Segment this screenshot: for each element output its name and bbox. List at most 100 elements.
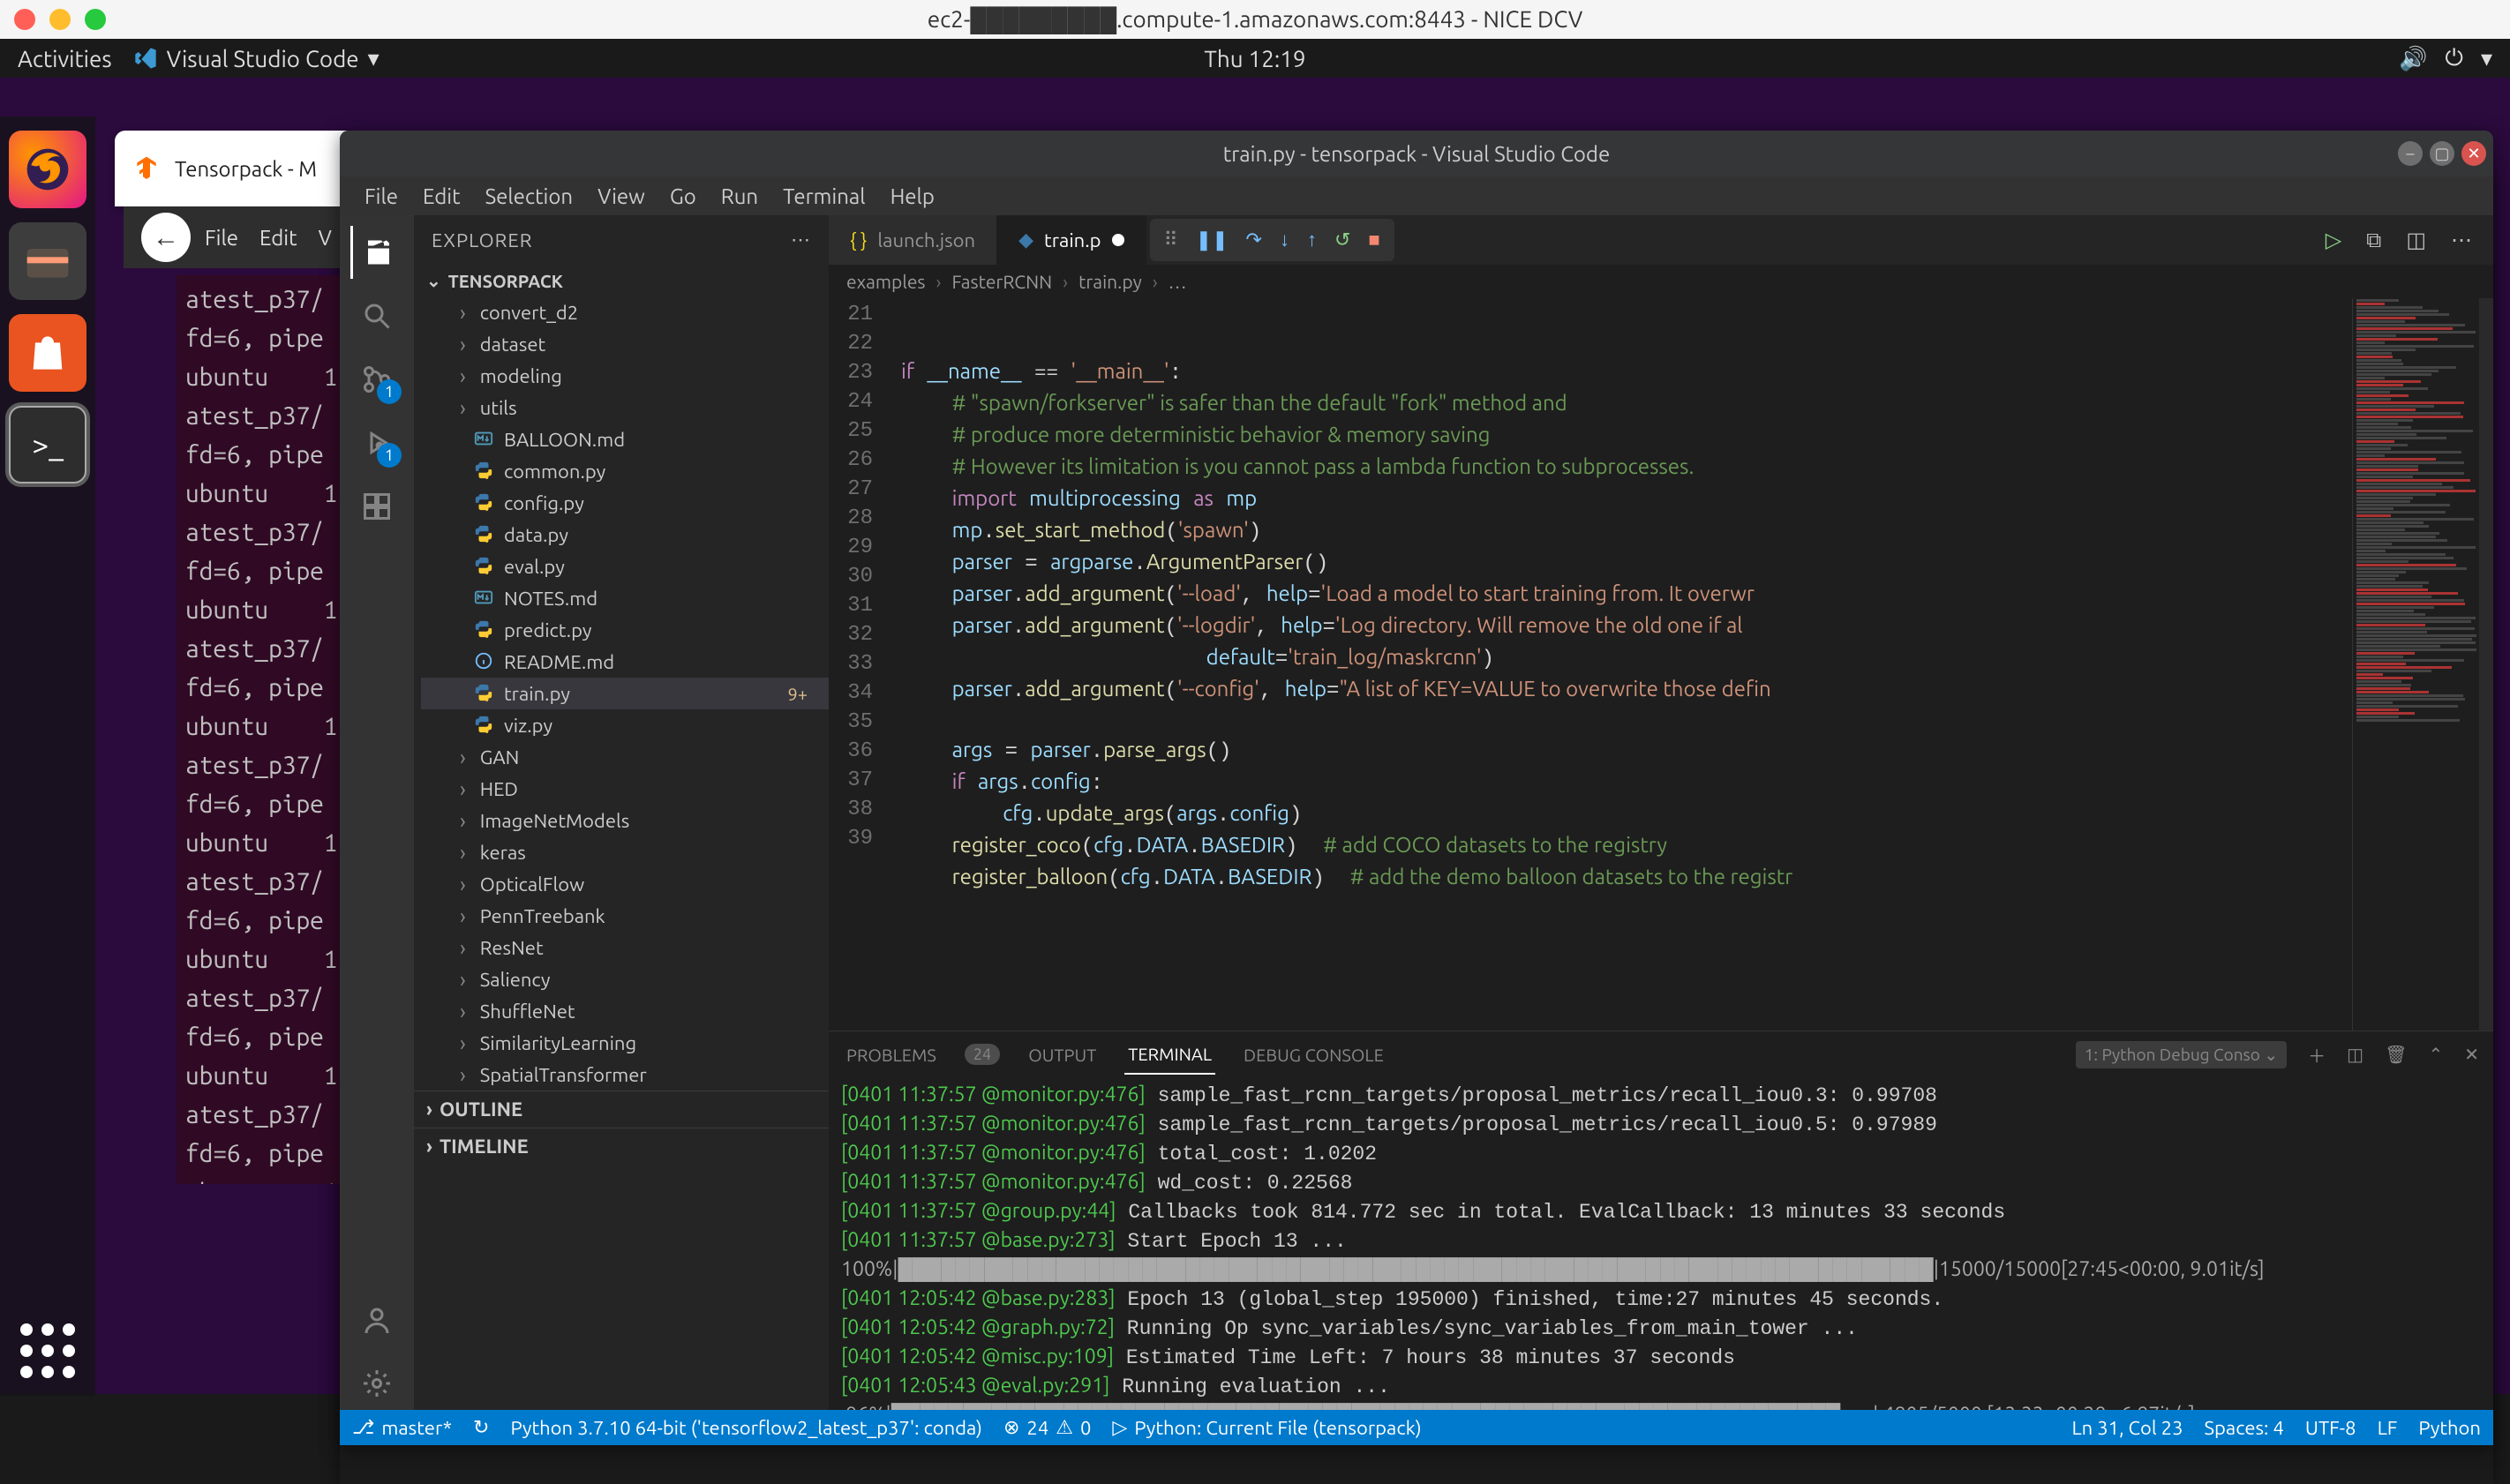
activities-button[interactable]: Activities bbox=[18, 46, 112, 71]
tree-item-ShuffleNet[interactable]: ShuffleNet bbox=[421, 995, 829, 1027]
pause-icon[interactable]: ❚❚ bbox=[1196, 229, 1229, 251]
tree-item-OpticalFlow[interactable]: OpticalFlow bbox=[421, 868, 829, 900]
project-section[interactable]: ⌄TENSORPACK bbox=[414, 265, 829, 296]
split-terminal-icon[interactable]: ◫ bbox=[2347, 1044, 2363, 1065]
terminal-select[interactable]: 1: Python Debug Conso ⌄ bbox=[2076, 1041, 2287, 1068]
panel-tab-terminal[interactable]: TERMINAL bbox=[1124, 1035, 1215, 1075]
restart-icon[interactable]: ↺ bbox=[1334, 229, 1350, 251]
stop-icon[interactable]: ■ bbox=[1368, 229, 1379, 251]
drag-handle-icon[interactable]: ⠿ bbox=[1164, 229, 1178, 251]
new-terminal-icon[interactable]: ＋ bbox=[2308, 1042, 2326, 1068]
close-button[interactable]: ✕ bbox=[2461, 141, 2486, 166]
mac-maximize-button[interactable] bbox=[85, 9, 106, 30]
menu-edit[interactable]: Edit bbox=[259, 226, 297, 250]
run-icon[interactable]: ▷ bbox=[2326, 228, 2341, 252]
tree-item-NOTES-md[interactable]: NOTES.md bbox=[421, 582, 829, 614]
step-into-icon[interactable]: ↓ bbox=[1280, 229, 1289, 251]
minimap[interactable] bbox=[2352, 298, 2493, 1031]
trash-icon[interactable]: 🗑 bbox=[2385, 1044, 2407, 1065]
menu-help[interactable]: Help bbox=[878, 179, 947, 214]
tree-item-keras[interactable]: keras bbox=[421, 836, 829, 868]
maximize-button[interactable]: ▢ bbox=[2430, 141, 2454, 166]
menu-v[interactable]: V bbox=[319, 226, 332, 250]
scm-view-icon[interactable]: 1 bbox=[350, 353, 403, 406]
app-menu[interactable]: Visual Studio Code ▾ bbox=[133, 45, 380, 72]
sync-status[interactable]: ↻ bbox=[473, 1416, 489, 1439]
back-button[interactable]: ← bbox=[141, 213, 191, 262]
tree-item-SimilarityLearning[interactable]: SimilarityLearning bbox=[421, 1027, 829, 1059]
panel-tab-problems[interactable]: PROBLEMS bbox=[843, 1036, 940, 1074]
firefox-window[interactable]: Tensorpack - M bbox=[115, 131, 362, 206]
breadcrumb-seg[interactable]: … bbox=[1169, 271, 1187, 292]
breadcrumb-seg[interactable]: FasterRCNN bbox=[951, 271, 1052, 292]
tree-item-data-py[interactable]: data.py bbox=[421, 519, 829, 551]
debug-view-icon[interactable]: 1 bbox=[350, 416, 403, 469]
eol-status[interactable]: LF bbox=[2378, 1417, 2398, 1439]
tree-item-GAN[interactable]: GAN bbox=[421, 741, 829, 773]
branch-status[interactable]: ⎇ master* bbox=[352, 1416, 452, 1439]
tree-item-viz-py[interactable]: viz.py bbox=[421, 709, 829, 741]
tree-item-convert_d2[interactable]: convert_d2 bbox=[421, 296, 829, 328]
panel-tab-output[interactable]: OUTPUT bbox=[1025, 1036, 1100, 1074]
more-icon[interactable]: ⋯ bbox=[791, 229, 811, 251]
tree-item-modeling[interactable]: modeling bbox=[421, 360, 829, 392]
menu-selection[interactable]: Selection bbox=[473, 179, 586, 214]
menu-run[interactable]: Run bbox=[709, 179, 770, 214]
menu-file[interactable]: File bbox=[205, 226, 238, 250]
dock-show-apps[interactable] bbox=[20, 1323, 75, 1378]
chevron-up-icon[interactable]: ⌃ bbox=[2428, 1044, 2443, 1065]
close-panel-icon[interactable]: ✕ bbox=[2464, 1044, 2479, 1065]
code-editor[interactable]: if __name__ == '__main__': # "spawn/fork… bbox=[885, 298, 2352, 1031]
tree-item-BALLOON-md[interactable]: BALLOON.md bbox=[421, 423, 829, 455]
tree-item-README-md[interactable]: README.md bbox=[421, 646, 829, 678]
split-icon[interactable]: ◫ bbox=[2406, 228, 2426, 252]
chevron-down-icon[interactable]: ▾ bbox=[2481, 45, 2492, 72]
problems-status[interactable]: ⊗ 24 ⚠ 0 bbox=[1003, 1416, 1091, 1439]
breadcrumb-seg[interactable]: examples bbox=[846, 271, 926, 292]
tree-item-SpatialTransformer[interactable]: SpatialTransformer bbox=[421, 1059, 829, 1091]
menu-go[interactable]: Go bbox=[658, 179, 709, 214]
dock-firefox[interactable] bbox=[9, 131, 86, 208]
gear-icon[interactable] bbox=[350, 1357, 403, 1410]
encoding-status[interactable]: UTF-8 bbox=[2305, 1417, 2356, 1439]
menu-terminal[interactable]: Terminal bbox=[770, 179, 877, 214]
explorer-view-icon[interactable] bbox=[350, 226, 403, 279]
tree-item-eval-py[interactable]: eval.py bbox=[421, 551, 829, 582]
clock[interactable]: Thu 12:19 bbox=[1204, 46, 1305, 71]
dock-files[interactable] bbox=[9, 222, 86, 300]
dock-software[interactable] bbox=[9, 314, 86, 392]
debug-status[interactable]: ▷ Python: Current File (tensorpack) bbox=[1112, 1416, 1421, 1439]
tree-item-PennTreebank[interactable]: PennTreebank bbox=[421, 900, 829, 932]
minimize-button[interactable]: – bbox=[2398, 141, 2423, 166]
panel-tab-debug-console[interactable]: DEBUG CONSOLE bbox=[1240, 1036, 1387, 1074]
tree-item-utils[interactable]: utils bbox=[421, 392, 829, 423]
extensions-view-icon[interactable] bbox=[350, 480, 403, 533]
breadcrumb[interactable]: examples›FasterRCNN›train.py›… bbox=[829, 265, 2493, 298]
outline-section[interactable]: ›OUTLINE bbox=[414, 1091, 829, 1128]
diff-icon[interactable]: ⧉ bbox=[2366, 228, 2381, 252]
lang-status[interactable]: Python bbox=[2418, 1417, 2481, 1439]
tree-item-config-py[interactable]: config.py bbox=[421, 487, 829, 519]
menu-edit[interactable]: Edit bbox=[410, 179, 473, 214]
tab-train-p[interactable]: ◆train.p bbox=[997, 215, 1146, 265]
breadcrumb-seg[interactable]: train.py bbox=[1078, 271, 1142, 292]
search-view-icon[interactable] bbox=[350, 289, 403, 342]
interpreter-status[interactable]: Python 3.7.10 64-bit ('tensorflow2_lates… bbox=[510, 1417, 982, 1439]
tree-item-common-py[interactable]: common.py bbox=[421, 455, 829, 487]
power-icon[interactable]: ⏻ bbox=[2445, 44, 2463, 72]
tree-item-ImageNetModels[interactable]: ImageNetModels bbox=[421, 805, 829, 836]
mac-minimize-button[interactable] bbox=[49, 9, 71, 30]
account-icon[interactable] bbox=[350, 1293, 403, 1346]
tree-item-predict-py[interactable]: predict.py bbox=[421, 614, 829, 646]
volume-icon[interactable]: 🔊 bbox=[2399, 45, 2427, 72]
tree-item-dataset[interactable]: dataset bbox=[421, 328, 829, 360]
tab-launch-json[interactable]: { }launch.json bbox=[829, 215, 997, 265]
menu-view[interactable]: View bbox=[585, 179, 658, 214]
tree-item-Saliency[interactable]: Saliency bbox=[421, 963, 829, 995]
dock-terminal[interactable]: >_ bbox=[9, 406, 86, 483]
terminal-output[interactable]: [0401 11:37:57 @monitor.py:476] sample_f… bbox=[829, 1077, 2493, 1410]
mac-close-button[interactable] bbox=[14, 9, 35, 30]
tree-item-train-py[interactable]: train.py9+ bbox=[421, 678, 829, 709]
step-over-icon[interactable]: ↷ bbox=[1246, 229, 1262, 251]
timeline-section[interactable]: ›TIMELINE bbox=[414, 1128, 829, 1165]
